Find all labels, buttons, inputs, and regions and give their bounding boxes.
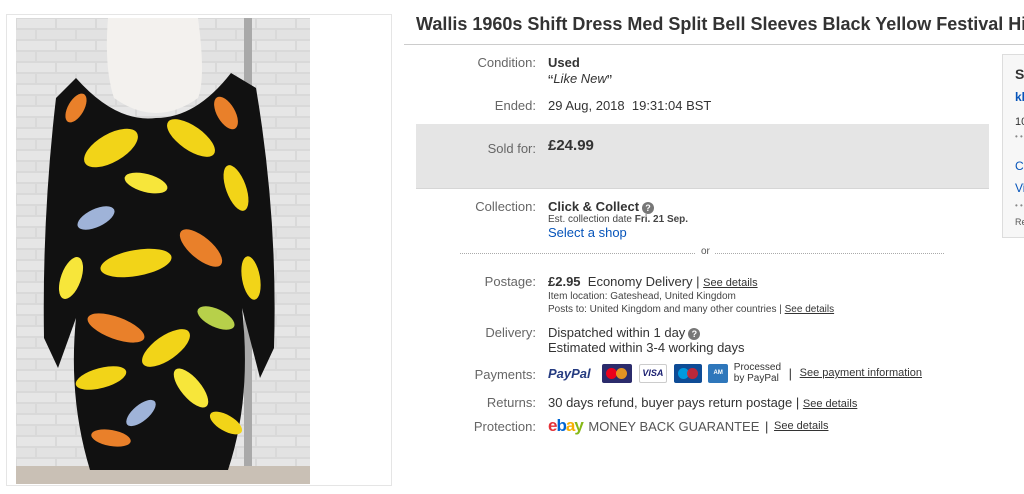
payments-row: PayPal VISA AM Processed by PayPal | See … — [548, 362, 922, 386]
protection-see-details-link[interactable]: See details — [774, 420, 828, 432]
product-image[interactable] — [16, 18, 310, 484]
collection-label: Collection: — [475, 199, 536, 214]
protection-row: ebay MONEY BACK GUARANTEE | See details — [548, 416, 828, 436]
visa-icon: VISA — [638, 363, 667, 383]
item-location: Item location: Gateshead, United Kingdom — [548, 291, 736, 302]
seller-feedback-dots: • • — [1015, 132, 1023, 141]
seller-name-link[interactable]: kl — [1015, 90, 1024, 104]
posts-to-see-details-link[interactable]: See details — [785, 304, 834, 315]
select-shop-link[interactable]: Select a shop — [548, 225, 627, 240]
maestro-icon — [673, 363, 702, 383]
payment-separator: | — [788, 365, 793, 381]
delivery-dispatch: Dispatched within 1 day — [548, 325, 686, 340]
seller-panel-more: Re — [1015, 217, 1024, 227]
collection-date-row: Est. collection date Fri. 21 Sep. — [548, 214, 688, 225]
title-divider — [404, 44, 1024, 45]
amex-icon: AM — [708, 363, 729, 383]
condition-label: Condition: — [477, 55, 536, 70]
delivery-dispatch-row: Dispatched within 1 day? — [548, 325, 701, 340]
processed-by-paypal: Processed by PayPal — [733, 362, 782, 384]
postage-price: £2.95 — [548, 274, 581, 289]
seller-score: 10 — [1015, 116, 1024, 128]
protection-separator: | — [765, 418, 769, 434]
protection-label: Protection: — [473, 419, 536, 434]
contact-seller-link[interactable]: Co — [1015, 159, 1024, 173]
help-icon[interactable]: ? — [688, 327, 701, 340]
payments-label: Payments: — [474, 367, 536, 382]
collection-date: Fri. 21 Sep. — [634, 214, 689, 225]
postage-service: Economy Delivery | — [587, 274, 700, 289]
collection-value-row: Click & Collect? — [548, 199, 655, 214]
postage-label: Postage: — [484, 274, 536, 289]
money-back-guarantee: MONEY BACK GUARANTEE — [588, 418, 760, 434]
sold-price-box — [416, 124, 989, 189]
condition-note: Like New — [553, 71, 607, 86]
mastercard-icon — [602, 363, 633, 383]
ended-value: 29 Aug, 2018 19:31:04 BST — [548, 98, 712, 113]
posts-to: Posts to: United Kingdom and many other … — [548, 304, 782, 315]
collection-value: Click & Collect — [548, 199, 640, 214]
collection-date-prefix: Est. collection date — [548, 214, 635, 225]
visit-store-link[interactable]: Vi — [1015, 181, 1024, 195]
condition-note-row: “Like New” — [548, 71, 612, 91]
divider-line-right — [713, 253, 944, 254]
listing-title: Wallis 1960s Shift Dress Med Split Bell … — [416, 14, 1024, 34]
postage-see-details-link[interactable]: See details — [703, 277, 757, 289]
posts-to-row: Posts to: United Kingdom and many other … — [548, 304, 834, 315]
returns-label: Returns: — [486, 395, 536, 410]
paypal-logo: PayPal — [548, 365, 591, 381]
product-image-frame — [6, 14, 392, 486]
delivery-label: Delivery: — [485, 325, 536, 340]
ended-label: Ended: — [494, 98, 536, 113]
seller-info-panel: S kl 10 • • Co Vi • • Re — [1002, 54, 1024, 238]
returns-value: 30 days refund, buyer pays return postag… — [548, 395, 800, 410]
seller-panel-dots: • • — [1015, 201, 1023, 210]
condition-value: Used — [548, 55, 580, 70]
returns-row: 30 days refund, buyer pays return postag… — [548, 395, 857, 410]
quote-close: ” — [606, 73, 613, 90]
delivery-estimate: Estimated within 3-4 working days — [548, 340, 745, 355]
sold-price: £24.99 — [548, 137, 594, 154]
see-payment-information-link[interactable]: See payment information — [800, 367, 922, 379]
divider-line-left — [460, 253, 695, 254]
returns-see-details-link[interactable]: See details — [803, 398, 857, 410]
seller-panel-heading: S — [1015, 66, 1024, 82]
ebay-logo: ebay — [548, 416, 584, 435]
sold-label: Sold for: — [487, 141, 536, 156]
or-text: or — [697, 246, 714, 257]
or-divider: or — [460, 246, 944, 260]
help-icon[interactable]: ? — [642, 201, 655, 214]
postage-row: £2.95 Economy Delivery | See details — [548, 274, 758, 289]
